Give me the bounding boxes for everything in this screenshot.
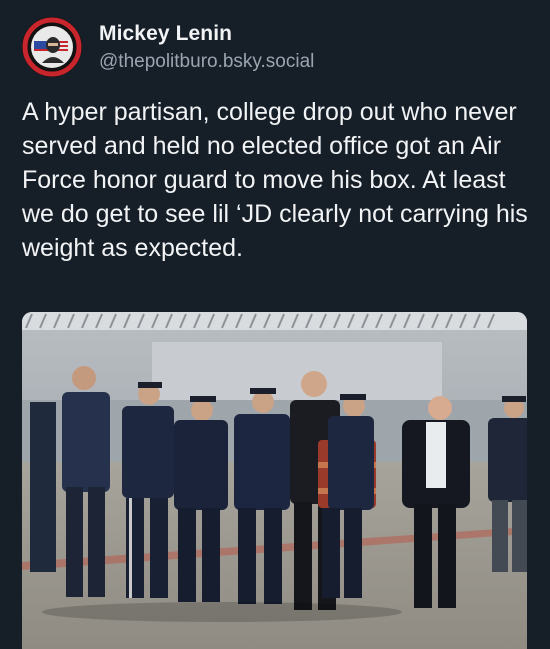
avatar-image — [22, 17, 82, 77]
author-display-name[interactable]: Mickey Lenin — [99, 22, 232, 46]
post-card[interactable]: Mickey Lenin @thepolitburo.bsky.social A… — [0, 0, 550, 649]
honor-guard-photo — [22, 312, 527, 649]
author-avatar[interactable] — [22, 17, 82, 77]
post-image[interactable] — [22, 312, 527, 649]
post-body-text: A hyper partisan, college drop out who n… — [22, 98, 528, 262]
author-handle[interactable]: @thepolitburo.bsky.social — [99, 51, 314, 73]
